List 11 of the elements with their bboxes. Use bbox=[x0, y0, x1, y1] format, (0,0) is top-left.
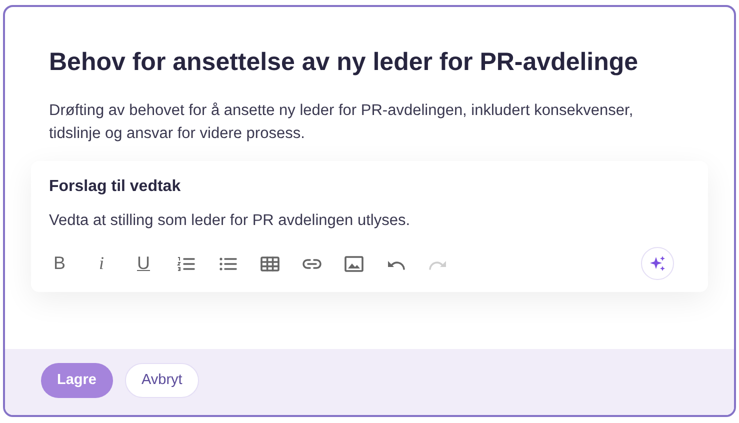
italic-button[interactable]: i bbox=[91, 252, 112, 274]
sparkle-icon bbox=[648, 254, 666, 272]
underline-button[interactable]: U bbox=[133, 252, 154, 274]
save-button[interactable]: Lagre bbox=[41, 362, 112, 398]
cancel-button[interactable]: Avbryt bbox=[124, 362, 200, 398]
bold-button[interactable]: B bbox=[49, 252, 70, 274]
description: Drøfting av behovet for å ansette ny leder for PR-avdelingen, inkludert konsekvenser, tidslinje og ansvar for videre prosess. bbox=[49, 101, 634, 144]
editor-text-field[interactable]: Vedta at stilling som leder for PR avdelingen utlyses. bbox=[49, 211, 674, 231]
title: Behov for ansettelse av ny leder for PR-avdelinge bbox=[49, 47, 640, 78]
sparkle-button[interactable] bbox=[641, 247, 674, 280]
editor-label: Forslag til vedtak bbox=[49, 177, 182, 197]
